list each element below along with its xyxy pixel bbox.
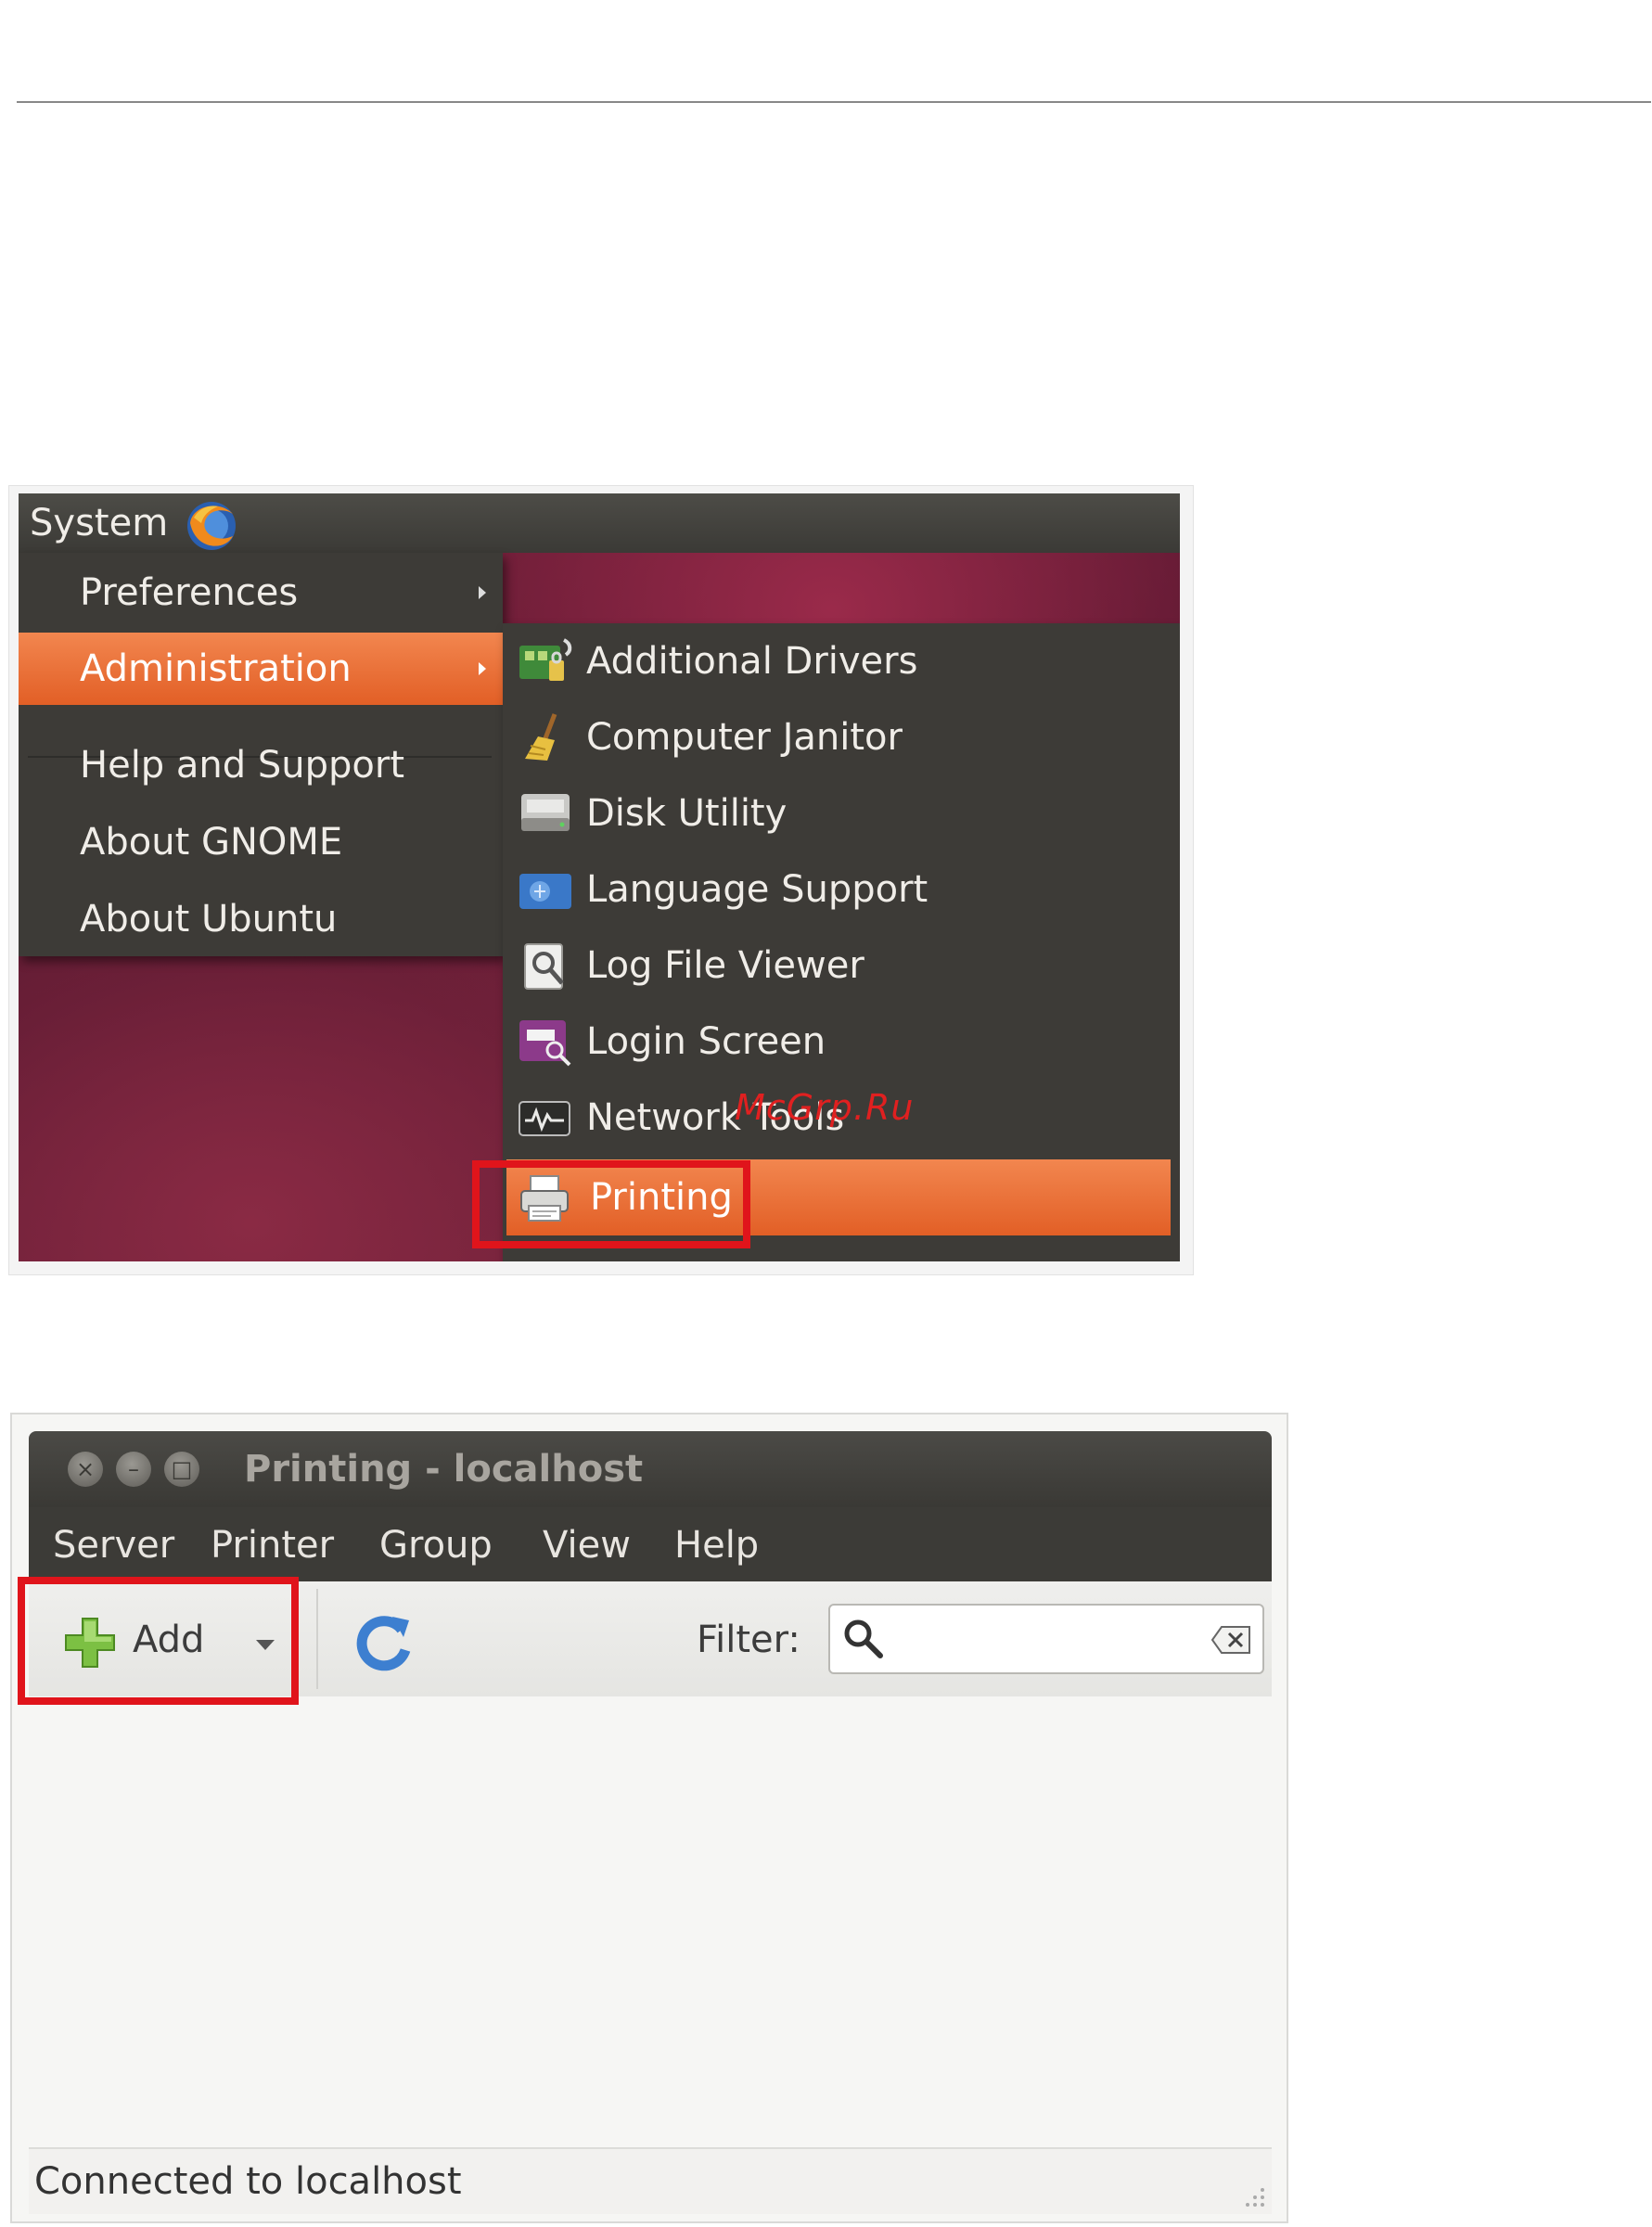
disk-drive-icon: [521, 794, 570, 831]
menu-help[interactable]: Help: [674, 1524, 759, 1567]
desktop-background: System Preferences Administration Help a…: [19, 493, 1180, 1261]
menu-item-label: Help and Support: [80, 744, 404, 787]
log-viewer-icon: [524, 943, 564, 990]
search-icon: [844, 1619, 883, 1658]
window-title: Printing - localhost: [244, 1448, 644, 1491]
system-menu: Preferences Administration Help and Supp…: [19, 553, 503, 956]
menu-item-label: About Ubuntu: [80, 898, 338, 941]
clear-icon[interactable]: [1210, 1624, 1253, 1656]
menu-item-administration[interactable]: Administration: [19, 633, 503, 705]
submenu-item-language-support[interactable]: Language Support: [503, 851, 1171, 928]
filter-field[interactable]: [828, 1604, 1264, 1674]
submenu-item-label: Computer Janitor: [586, 716, 903, 759]
menu-server[interactable]: Server: [53, 1524, 174, 1567]
printing-window-screenshot: × – □ Printing - localhost Server Printe…: [10, 1413, 1288, 2223]
close-icon[interactable]: ×: [68, 1452, 103, 1487]
submenu-item-disk-utility[interactable]: Disk Utility: [503, 775, 1171, 851]
top-panel: System: [19, 493, 1180, 553]
submenu-item-login-screen[interactable]: Login Screen: [503, 1004, 1171, 1080]
menu-item-about-ubuntu[interactable]: About Ubuntu: [19, 883, 503, 955]
printing-highlight-box: [472, 1160, 750, 1248]
refresh-icon[interactable]: [352, 1609, 416, 1674]
menu-item-label: Preferences: [80, 571, 299, 614]
submenu-arrow-icon: [479, 662, 486, 675]
submenu-item-label: Language Support: [586, 868, 928, 911]
filter-input[interactable]: [888, 1615, 1197, 1665]
firefox-icon[interactable]: [181, 495, 242, 553]
submenu-item-log-file-viewer[interactable]: Log File Viewer: [503, 928, 1171, 1004]
menu-item-help-and-support[interactable]: Help and Support: [19, 729, 503, 801]
menu-item-label: Administration: [80, 647, 352, 690]
statusbar: Connected to localhost: [29, 2147, 1272, 2214]
language-flag-icon: [519, 874, 571, 909]
printer-list-area[interactable]: [29, 1696, 1272, 2134]
menu-item-preferences[interactable]: Preferences: [19, 557, 503, 629]
menu-item-label: About GNOME: [80, 821, 343, 864]
filter-label: Filter:: [697, 1619, 800, 1661]
login-screen-icon: [519, 1020, 571, 1067]
broom-icon: [525, 713, 557, 761]
submenu-arrow-icon: [479, 586, 486, 599]
menu-item-about-gnome[interactable]: About GNOME: [19, 806, 503, 878]
menubar: Server Printer Group View Help: [29, 1507, 1272, 1581]
submenu-item-label: Login Screen: [586, 1020, 826, 1063]
window-titlebar: × – □ Printing - localhost: [29, 1431, 1272, 1507]
system-menu-screenshot: System Preferences Administration Help a…: [8, 485, 1194, 1275]
toolbar-separator: [316, 1589, 318, 1689]
page-top-rule: [17, 101, 1651, 103]
submenu-item-label: Additional Drivers: [586, 640, 918, 683]
submenu-item-label: Disk Utility: [586, 792, 788, 835]
submenu-item-label: Log File Viewer: [586, 944, 864, 987]
submenu-item-computer-janitor[interactable]: Computer Janitor: [503, 699, 1171, 775]
status-text: Connected to localhost: [34, 2160, 462, 2203]
menu-printer[interactable]: Printer: [211, 1524, 334, 1567]
maximize-icon[interactable]: □: [164, 1452, 199, 1487]
menu-view[interactable]: View: [543, 1524, 631, 1567]
watermark-text: McGrp.Ru: [735, 1087, 915, 1128]
additional-drivers-icon: [519, 638, 572, 681]
system-menu-button[interactable]: System: [30, 503, 168, 544]
minimize-icon[interactable]: –: [116, 1452, 151, 1487]
submenu-item-additional-drivers[interactable]: Additional Drivers: [503, 623, 1171, 699]
add-highlight-box: [18, 1577, 299, 1705]
menu-group[interactable]: Group: [379, 1524, 493, 1567]
resize-grip-icon[interactable]: [1238, 2181, 1266, 2208]
network-tools-icon: [519, 1101, 570, 1136]
